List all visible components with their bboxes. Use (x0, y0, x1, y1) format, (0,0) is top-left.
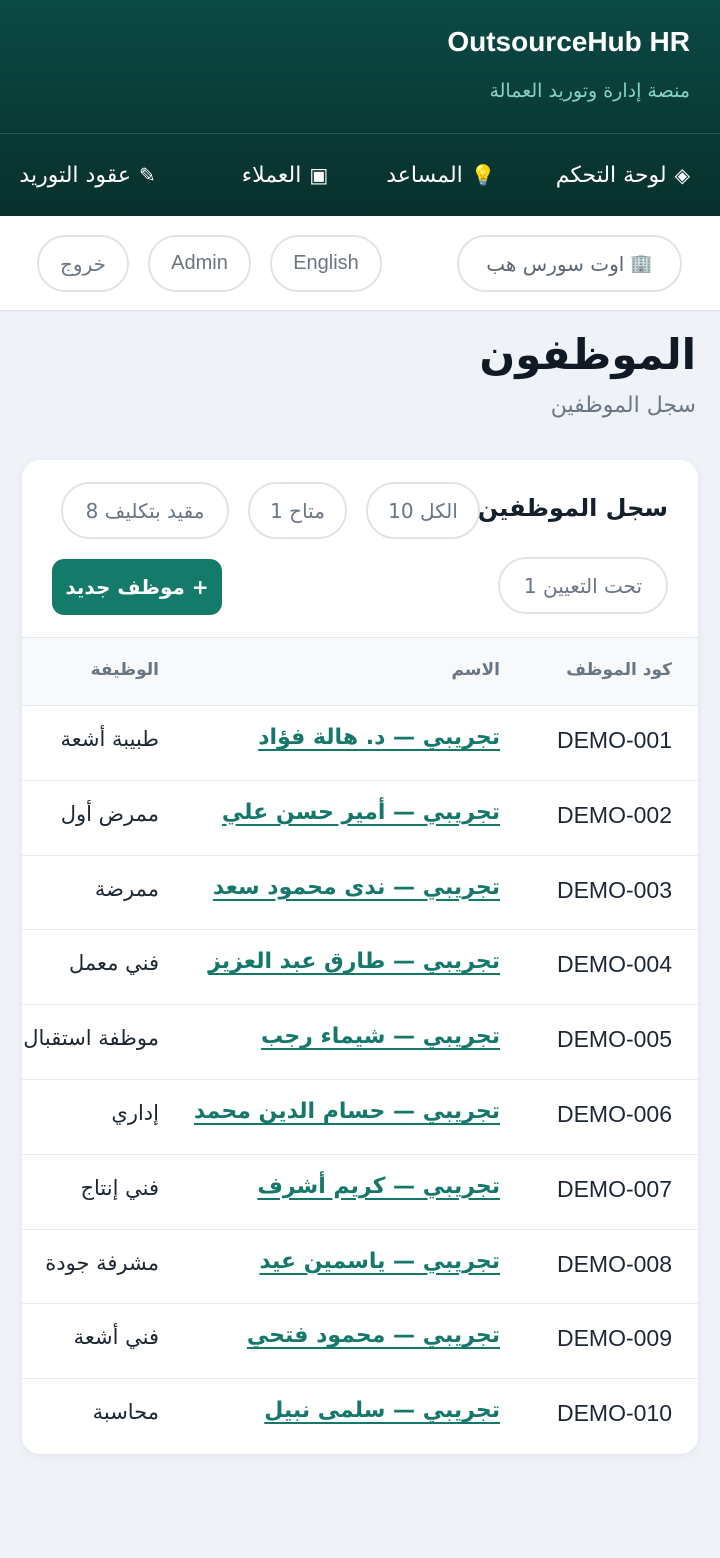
employee-code: DEMO-006 (556, 1100, 672, 1127)
company-name: اوت سورس هب (486, 251, 625, 276)
nav-item-assistant[interactable]: 💡 المساعد (386, 163, 495, 188)
employee-code: DEMO-007 (556, 1175, 672, 1202)
employee-code: DEMO-009 (556, 1325, 672, 1352)
nav-item-label: عقود التوريد (19, 162, 131, 188)
employee-code: DEMO-002 (556, 801, 672, 828)
square-icon: ▣ (309, 163, 329, 187)
brand-subtitle: منصة إدارة وتوريد العمالة (489, 80, 690, 102)
employee-name-link[interactable]: تجريبي — ندى محمود سعد (213, 875, 500, 900)
employee-job: ممرض أول (60, 801, 159, 826)
nav-item-clients[interactable]: ▣ العملاء (242, 163, 329, 188)
employee-code: DEMO-008 (556, 1250, 672, 1277)
table-row: DEMO-010 تجريبي — سلمى نبيل محاسبة (22, 1379, 698, 1454)
employee-job: ممرضة (94, 876, 159, 901)
app-header: OutsourceHub HR منصة إدارة وتوريد العمال… (0, 0, 720, 216)
employee-name-link[interactable]: تجريبي — حسام الدين محمد (194, 1099, 500, 1124)
page-title: الموظفون (479, 330, 696, 379)
new-employee-button[interactable]: + موظف جديد (52, 559, 222, 615)
employee-job: إداري (111, 1100, 159, 1125)
employee-job: مشرفة جودة (45, 1250, 159, 1275)
employee-job: فني أشعة (73, 1325, 159, 1350)
table-row: DEMO-009 تجريبي — محمود فتحي فني أشعة (22, 1304, 698, 1379)
main-nav: ◈ لوحة التحكم 💡 المساعد ▣ العملاء ✎ عقود… (19, 134, 720, 216)
top-action-bar: 🏢 اوت سورس هب English Admin خروج (0, 216, 720, 311)
employee-job: محاسبة (92, 1400, 159, 1425)
employee-name-link[interactable]: تجريبي — ياسمين عيد (259, 1249, 500, 1274)
employee-name-link[interactable]: تجريبي — سلمى نبيل (264, 1398, 500, 1423)
dashboard-icon: ◈ (674, 163, 690, 187)
employee-code: DEMO-003 (556, 876, 672, 903)
table-row: DEMO-003 تجريبي — ندى محمود سعد ممرضة (22, 856, 698, 931)
table-row: DEMO-005 تجريبي — شيماء رجب موظفة استقبا… (22, 1005, 698, 1080)
employee-code: DEMO-001 (556, 727, 672, 753)
employee-name-link[interactable]: تجريبي — أمير حسن علي (222, 800, 500, 825)
column-header-name[interactable]: الاسم (451, 660, 500, 680)
employee-name-link[interactable]: تجريبي — كريم أشرف (257, 1174, 500, 1199)
filter-pending-chip[interactable]: تحت التعيين 1 (498, 557, 668, 614)
page-subtitle: سجل الموظفين (550, 393, 696, 418)
company-switcher-button[interactable]: 🏢 اوت سورس هب (457, 235, 682, 292)
brand-title: OutsourceHub HR (447, 26, 690, 57)
logout-button[interactable]: خروج (37, 235, 129, 292)
filter-all-chip[interactable]: الكل 10 (366, 482, 480, 539)
column-header-job[interactable]: الوظيفة (91, 660, 159, 680)
employees-card: سجل الموظفين الكل 10 متاح 1 مقيد بتكليف … (22, 460, 698, 1454)
table-row: DEMO-001 تجريبي — د. هالة فؤاد طبيبة أشع… (22, 706, 698, 781)
card-title: سجل الموظفين (477, 494, 668, 522)
table-header: كود الموظف الاسم الوظيفة (22, 637, 698, 706)
language-toggle-button[interactable]: English (270, 235, 382, 292)
table-row: DEMO-004 تجريبي — طارق عبد العزيز فني مع… (22, 930, 698, 1005)
nav-item-contracts[interactable]: ✎ عقود التوريد (19, 163, 155, 188)
employee-code: DEMO-004 (556, 951, 672, 978)
table-row: DEMO-007 تجريبي — كريم أشرف فني إنتاج (22, 1155, 698, 1230)
employee-job: فني معمل (69, 951, 159, 976)
employee-name-link[interactable]: تجريبي — شيماء رجب (261, 1024, 500, 1049)
filter-assigned-chip[interactable]: مقيد بتكليف 8 (61, 482, 229, 539)
filter-available-chip[interactable]: متاح 1 (248, 482, 347, 539)
employee-name-link[interactable]: تجريبي — طارق عبد العزيز (208, 949, 500, 974)
table-row: DEMO-002 تجريبي — أمير حسن علي ممرض أول (22, 781, 698, 856)
table-row: DEMO-006 تجريبي — حسام الدين محمد إداري (22, 1080, 698, 1155)
table-body: DEMO-001 تجريبي — د. هالة فؤاد طبيبة أشع… (22, 706, 698, 1454)
user-button[interactable]: Admin (148, 235, 251, 292)
employee-job: طبيبة أشعة (60, 727, 159, 751)
nav-item-label: العملاء (241, 162, 302, 188)
lightbulb-icon: 💡 (470, 163, 496, 187)
employee-job: فني إنتاج (80, 1175, 159, 1200)
column-header-code[interactable]: كود الموظف (566, 660, 672, 680)
employee-code: DEMO-005 (556, 1026, 672, 1053)
employee-name-link[interactable]: تجريبي — د. هالة فؤاد (258, 725, 500, 750)
building-icon: 🏢 (630, 253, 653, 274)
nav-item-label: المساعد (386, 162, 463, 188)
nav-item-dashboard[interactable]: ◈ لوحة التحكم (556, 163, 690, 188)
pencil-icon: ✎ (138, 163, 156, 187)
employee-job: موظفة استقبال (23, 1026, 159, 1051)
nav-item-label: لوحة التحكم (555, 162, 667, 188)
table-row: DEMO-008 تجريبي — ياسمين عيد مشرفة جودة (22, 1230, 698, 1305)
employee-name-link[interactable]: تجريبي — محمود فتحي (247, 1323, 500, 1348)
employee-code: DEMO-010 (556, 1400, 672, 1427)
